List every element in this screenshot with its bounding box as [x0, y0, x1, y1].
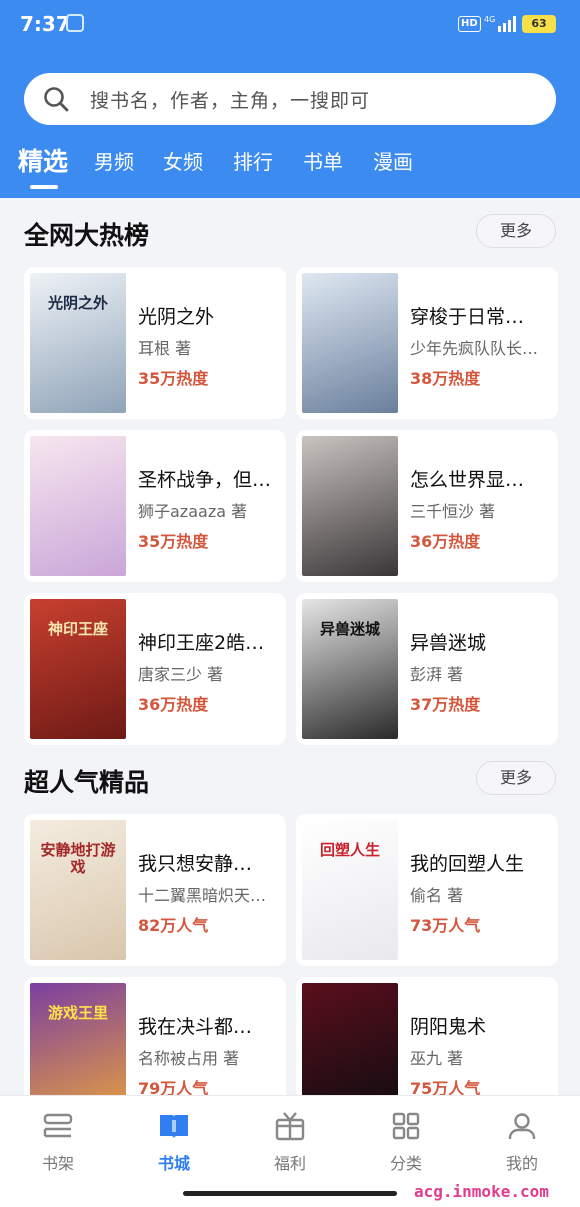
active-tab-indicator	[30, 185, 58, 189]
book-cover[interactable]: 光阴之外	[30, 273, 126, 413]
book-author: 少年先疯队队长…	[410, 339, 539, 358]
book-cover[interactable]	[302, 273, 398, 413]
app-notification-icon	[66, 14, 84, 32]
book-heat: 73万人气	[410, 916, 481, 935]
book-cover[interactable]: 异兽迷城	[302, 599, 398, 739]
cover-title-text: 游戏王里	[47, 1004, 108, 1022]
cover-title-text: 异兽迷城	[319, 620, 380, 638]
tab-comics[interactable]: 漫画	[373, 146, 413, 175]
book-author: 耳根 著	[138, 339, 192, 358]
book-card[interactable]: 异兽迷城 异兽迷城 彭湃 著 37万热度	[296, 593, 558, 745]
book-heat: 37万热度	[410, 695, 481, 714]
book-title: 我在决斗都…	[138, 1016, 253, 1038]
book-author: 名称被占用 著	[138, 1049, 240, 1068]
section-title-popular: 超人气精品	[24, 768, 150, 797]
book-title: 穿梭于日常…	[410, 306, 525, 328]
nav-categories[interactable]: 分类	[376, 1110, 436, 1180]
book-card[interactable]: 圣杯战争，但… 狮子azaaza 著 35万热度	[24, 430, 286, 582]
status-bar: 7:37 HD 4G 63	[0, 0, 580, 52]
nav-label: 福利	[273, 1154, 306, 1173]
book-heat: 38万热度	[410, 369, 481, 388]
nav-label: 书架	[41, 1154, 74, 1173]
book-title: 我只想安静…	[138, 853, 253, 875]
book-author: 彭湃 著	[410, 665, 464, 684]
book-author: 偷名 著	[410, 886, 464, 905]
watermark: acg.inmoke.com	[414, 1182, 549, 1201]
tab-featured[interactable]: 精选	[18, 142, 68, 178]
book-heat: 35万热度	[138, 369, 209, 388]
book-cover[interactable]: 安静地打游戏	[30, 820, 126, 960]
grid-icon	[392, 1112, 420, 1140]
book-heat: 82万人气	[138, 916, 209, 935]
hd-indicator: HD	[458, 16, 481, 32]
person-icon	[508, 1113, 536, 1139]
nav-label: 我的	[505, 1154, 538, 1173]
book-open-icon	[160, 1115, 188, 1138]
signal-icon: 4G	[484, 15, 516, 32]
book-title: 光阴之外	[138, 306, 215, 328]
cover-title-text: 回塑人生	[319, 841, 380, 859]
book-card[interactable]: 光阴之外 光阴之外 耳根 著 35万热度	[24, 267, 286, 419]
header: 7:37 HD 4G 63 搜书名，作者，主角，一搜即可 精选 男频 女频 排行…	[0, 0, 580, 198]
book-card[interactable]: 安静地打游戏 我只想安静… 十二翼黑暗炽天… 82万人气	[24, 814, 286, 966]
book-heat: 35万热度	[138, 532, 209, 551]
book-card[interactable]: 回塑人生我的回塑人生 偷名 著 73万人气	[296, 814, 558, 966]
book-cover[interactable]: 神印王座	[30, 599, 126, 739]
book-heat: 36万热度	[410, 532, 481, 551]
book-title: 我的回塑人生	[410, 853, 525, 875]
search-placeholder: 搜书名，作者，主角，一搜即可	[90, 90, 371, 112]
section-title-hot: 全网大热榜	[24, 221, 150, 250]
gift-icon	[275, 1112, 305, 1141]
book-cover[interactable]: 回塑人生	[302, 820, 398, 960]
book-author: 狮子azaaza 著	[138, 502, 248, 521]
book-author: 三千恒沙 著	[410, 502, 496, 521]
nav-bookstore[interactable]: 书城	[144, 1110, 204, 1180]
home-indicator[interactable]	[183, 1191, 397, 1196]
search-bar[interactable]: 搜书名，作者，主角，一搜即可	[24, 73, 556, 125]
cover-title-text: 安静地打游戏	[40, 841, 116, 876]
book-card[interactable]: 穿梭于日常… 少年先疯队队长… 38万热度	[296, 267, 558, 419]
book-title: 怎么世界显…	[410, 469, 525, 491]
tab-female[interactable]: 女频	[163, 146, 203, 175]
book-cover[interactable]	[302, 436, 398, 576]
book-author: 唐家三少 著	[138, 665, 224, 684]
nav-profile[interactable]: 我的	[492, 1110, 552, 1180]
bookshelf-icon	[43, 1113, 73, 1138]
more-button-popular[interactable]: 更多	[476, 761, 556, 795]
book-heat: 36万热度	[138, 695, 209, 714]
battery-indicator: 63	[522, 15, 556, 33]
book-title: 神印王座2皓…	[138, 632, 265, 654]
network-type: 4G	[484, 15, 495, 24]
book-author: 巫九 著	[410, 1049, 464, 1068]
nav-label: 书城	[157, 1154, 190, 1173]
book-author: 十二翼黑暗炽天…	[138, 886, 267, 905]
tab-male[interactable]: 男频	[94, 146, 134, 175]
book-title: 阴阳鬼术	[410, 1016, 487, 1038]
status-time: 7:37	[20, 12, 70, 36]
more-button-hot[interactable]: 更多	[476, 214, 556, 248]
search-icon	[44, 87, 69, 112]
book-card[interactable]: 神印王座神印王座2皓… 唐家三少 著 36万热度	[24, 593, 286, 745]
tab-booklist[interactable]: 书单	[303, 146, 343, 175]
book-card[interactable]: 怎么世界显… 三千恒沙 著 36万热度	[296, 430, 558, 582]
cover-title-text: 光阴之外	[47, 294, 108, 312]
category-tabs: 精选 男频 女频 排行 书单 漫画	[0, 140, 580, 198]
nav-bookshelf[interactable]: 书架	[28, 1110, 88, 1180]
book-title: 异兽迷城	[410, 632, 487, 654]
book-cover[interactable]	[30, 436, 126, 576]
nav-rewards[interactable]: 福利	[260, 1110, 320, 1180]
tab-ranking[interactable]: 排行	[233, 146, 273, 175]
cover-title-text: 神印王座	[47, 620, 108, 638]
nav-label: 分类	[389, 1154, 422, 1173]
book-title: 圣杯战争，但…	[138, 469, 272, 491]
